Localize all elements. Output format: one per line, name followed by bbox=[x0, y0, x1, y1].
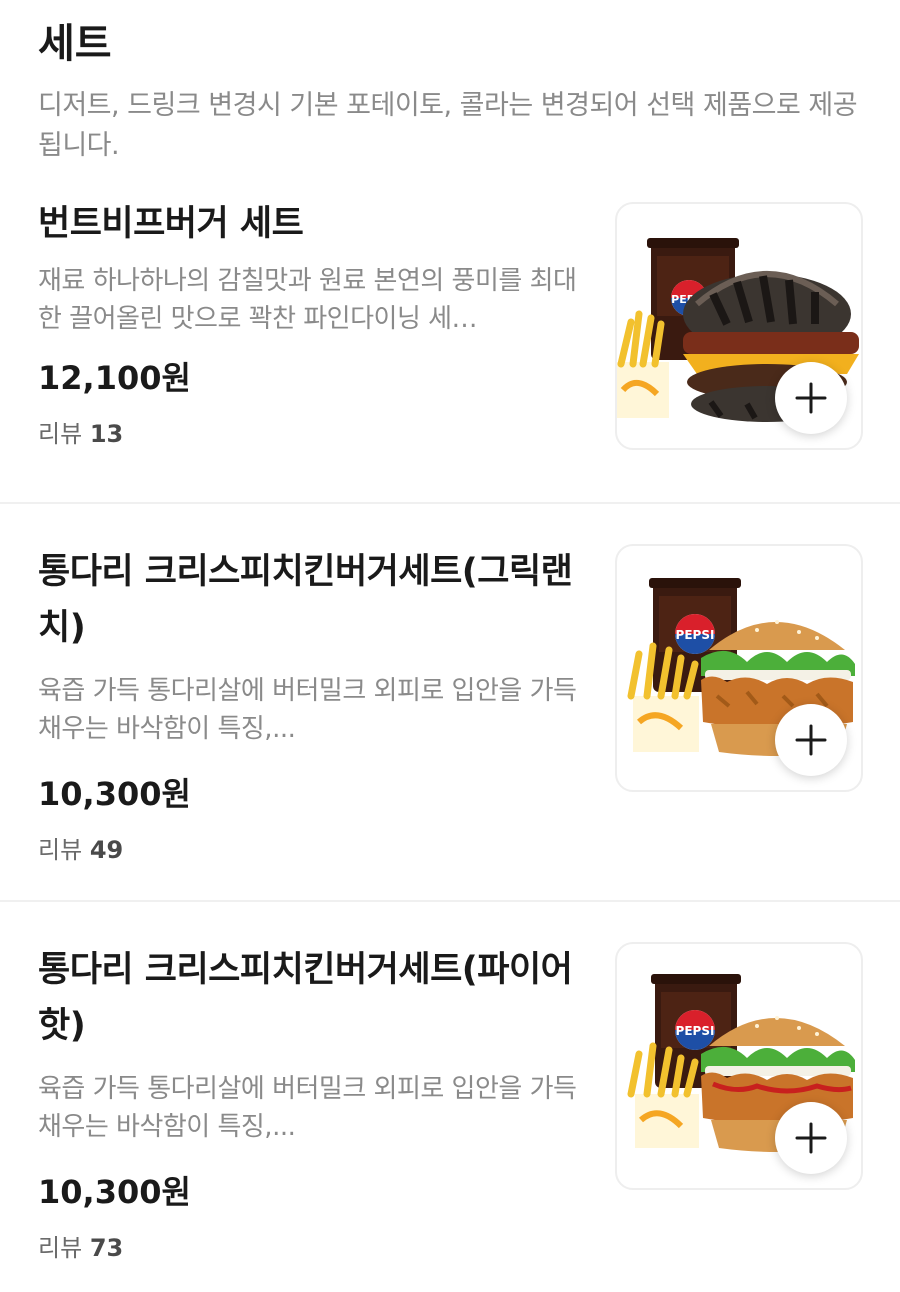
menu-item-info: 번트비프버거 세트 재료 하나하나의 감칠맛과 원료 본연의 풍미를 최대한 끌… bbox=[38, 196, 598, 450]
section-title: 세트 bbox=[38, 21, 112, 67]
menu-item-image[interactable]: PEPSI bbox=[615, 942, 863, 1190]
svg-text:PEPSI: PEPSI bbox=[676, 1024, 715, 1038]
menu-item-description: 육즙 가득 통다리살에 버터밀크 외피로 입안을 가득 채우는 바삭함이 특징,… bbox=[38, 676, 577, 744]
add-to-cart-button[interactable] bbox=[775, 704, 847, 776]
menu-item-name: 통다리 크리스피치킨버거세트(파이어핫) bbox=[38, 950, 573, 1046]
review-label: 리뷰 bbox=[38, 420, 83, 448]
review-count: 13 bbox=[89, 420, 124, 448]
menu-item-name: 통다리 크리스피치킨버거세트(그릭랜치) bbox=[38, 552, 573, 648]
item-divider bbox=[0, 502, 900, 504]
menu-item-image[interactable]: PEPSI bbox=[615, 544, 863, 792]
review-count: 73 bbox=[89, 1234, 124, 1262]
menu-item[interactable]: 통다리 크리스피치킨버거세트(파이어핫) 육즙 가득 통다리살에 버터밀크 외피… bbox=[0, 942, 900, 1292]
menu-item[interactable]: 번트비프버거 세트 재료 하나하나의 감칠맛과 원료 본연의 풍미를 최대한 끌… bbox=[0, 196, 900, 502]
menu-item-image[interactable]: PEPSI bbox=[615, 202, 863, 450]
plus-icon bbox=[795, 1122, 827, 1154]
menu-item-review: 리뷰 73 bbox=[38, 1232, 598, 1264]
menu-item-info: 통다리 크리스피치킨버거세트(파이어핫) 육즙 가득 통다리살에 버터밀크 외피… bbox=[38, 942, 598, 1264]
review-label: 리뷰 bbox=[38, 1234, 83, 1262]
review-count: 49 bbox=[89, 836, 124, 864]
menu-item-price: 12,100원 bbox=[38, 359, 191, 397]
menu-item-review: 리뷰 49 bbox=[38, 834, 598, 866]
item-divider bbox=[0, 900, 900, 902]
menu-item-name: 번트비프버거 세트 bbox=[38, 204, 304, 244]
menu-item-description: 육즙 가득 통다리살에 버터밀크 외피로 입안을 가득 채우는 바삭함이 특징,… bbox=[38, 1074, 577, 1142]
section-header: 세트 디저트, 드링크 변경시 기본 포테이토, 콜라는 변경되어 선택 제품으… bbox=[38, 16, 868, 166]
menu-item-description: 재료 하나하나의 감칠맛과 원료 본연의 풍미를 최대한 끌어올린 맛으로 꽉찬… bbox=[38, 266, 577, 334]
menu-item[interactable]: 통다리 크리스피치킨버거세트(그릭랜치) 육즙 가득 통다리살에 버터밀크 외피… bbox=[0, 544, 900, 900]
svg-text:PEPSI: PEPSI bbox=[676, 628, 715, 642]
review-label: 리뷰 bbox=[38, 836, 83, 864]
menu-item-price: 10,300원 bbox=[38, 1173, 191, 1211]
menu-item-review: 리뷰 13 bbox=[38, 418, 598, 450]
plus-icon bbox=[795, 724, 827, 756]
menu-item-price: 10,300원 bbox=[38, 775, 191, 813]
add-to-cart-button[interactable] bbox=[775, 1102, 847, 1174]
add-to-cart-button[interactable] bbox=[775, 362, 847, 434]
menu-item-info: 통다리 크리스피치킨버거세트(그릭랜치) 육즙 가득 통다리살에 버터밀크 외피… bbox=[38, 544, 598, 866]
plus-icon bbox=[795, 382, 827, 414]
section-description: 디저트, 드링크 변경시 기본 포테이토, 콜라는 변경되어 선택 제품으로 제… bbox=[38, 90, 858, 161]
